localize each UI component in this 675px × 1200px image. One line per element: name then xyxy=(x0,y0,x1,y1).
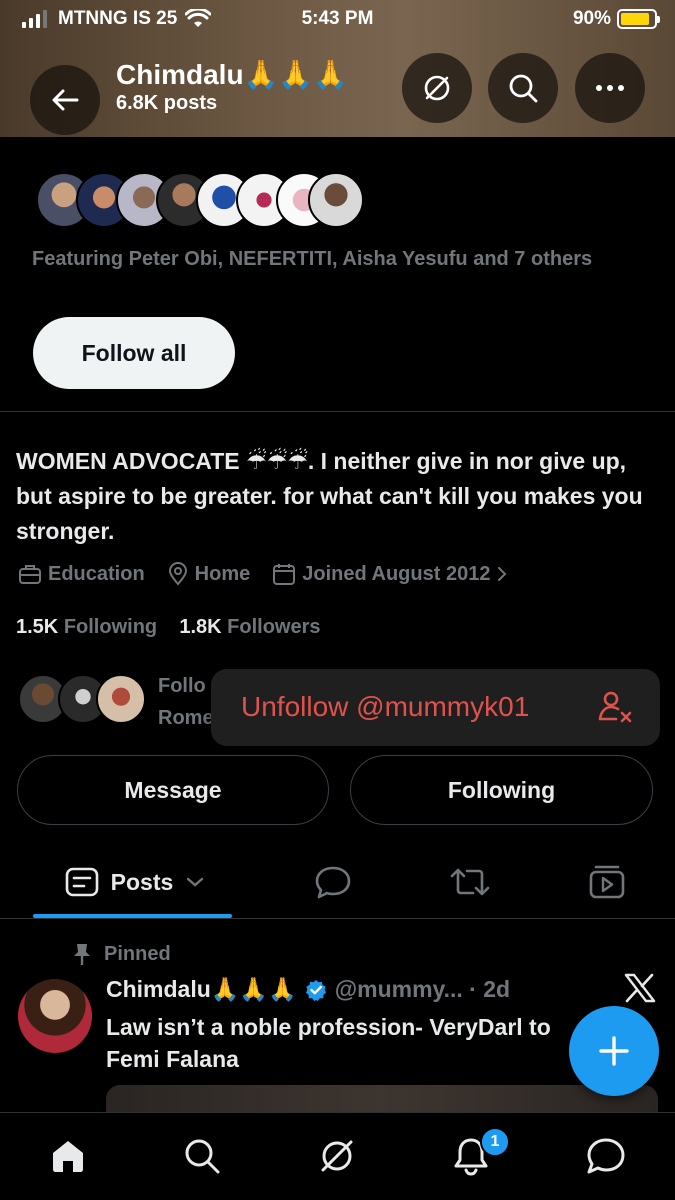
post-handle-time: @mummy... · 2d xyxy=(334,976,511,1002)
post-author-name: Chimdalu🙏🙏🙏 xyxy=(106,976,297,1002)
chevron-right-icon xyxy=(498,567,507,581)
followed-by-avatars[interactable] xyxy=(18,674,148,726)
tab-reposts[interactable] xyxy=(445,845,495,919)
profile-meta: Education Home Joined August 2012 xyxy=(18,562,530,586)
nav-grok[interactable] xyxy=(312,1131,362,1181)
pin-icon xyxy=(74,944,90,965)
followers-label: Followers xyxy=(227,616,321,638)
location-item: Home xyxy=(167,562,251,586)
followed-by-line: Rome xyxy=(158,707,214,729)
home-icon xyxy=(53,1141,83,1172)
search-icon xyxy=(509,74,538,103)
battery-status: 90% xyxy=(572,8,660,30)
message-bubble-icon xyxy=(587,1138,625,1174)
post-author-avatar[interactable] xyxy=(18,979,92,1053)
unfollow-label: Unfollow @mummyk01 xyxy=(241,691,530,722)
nav-search[interactable] xyxy=(177,1131,227,1181)
x-logo-icon xyxy=(624,973,656,1003)
post-header[interactable]: Chimdalu🙏🙏🙏 @mummy... · 2d xyxy=(106,976,510,1003)
followers-count-link[interactable]: 1.8K Followers xyxy=(179,616,320,638)
back-button[interactable] xyxy=(30,65,100,135)
category-label: Education xyxy=(48,562,145,585)
repost-icon xyxy=(450,868,490,896)
following-count-link[interactable]: 1.5K Following xyxy=(16,616,157,638)
following-label: Following xyxy=(63,616,158,638)
follow-all-button[interactable]: Follow all xyxy=(33,317,235,389)
avatar xyxy=(308,172,364,228)
briefcase-icon xyxy=(19,565,41,584)
verified-badge-icon xyxy=(305,979,326,1001)
chevron-down-icon xyxy=(187,877,204,887)
followed-by-line: Follo xyxy=(158,675,206,697)
more-options-button[interactable] xyxy=(575,53,645,123)
divider xyxy=(0,411,675,412)
back-arrow-icon xyxy=(52,89,79,111)
followed-by-text: Follo Rome xyxy=(158,670,214,734)
search-button[interactable] xyxy=(488,53,558,123)
header-post-count: 6.8K posts xyxy=(116,92,218,114)
tab-posts-label: Posts xyxy=(110,868,174,895)
category-item: Education xyxy=(18,563,145,586)
pinned-indicator: Pinned xyxy=(72,942,171,966)
header-display-name: Chimdalu🙏🙏🙏 xyxy=(116,59,349,90)
search-icon xyxy=(185,1139,220,1174)
divider xyxy=(0,918,675,919)
grok-button[interactable] xyxy=(402,53,472,123)
posts-icon xyxy=(65,867,98,897)
notification-badge: 1 xyxy=(480,1127,510,1157)
battery-icon xyxy=(617,9,660,29)
pinned-label: Pinned xyxy=(104,942,171,965)
follow-counts: 1.5K Following 1.8K Followers xyxy=(16,616,321,639)
location-pin-icon xyxy=(168,562,187,586)
featuring-text: Featuring Peter Obi, NEFERTITI, Aisha Ye… xyxy=(32,248,593,270)
battery-percent: 90% xyxy=(572,8,611,29)
joined-label: Joined August 2012 xyxy=(302,562,491,585)
following-button[interactable]: Following xyxy=(350,755,653,825)
grok-icon xyxy=(321,1140,353,1172)
location-label: Home xyxy=(194,562,251,585)
avatar xyxy=(96,674,146,724)
calendar-icon xyxy=(273,564,296,585)
post-text[interactable]: Law isn’t a noble profession- VeryDarl t… xyxy=(106,1011,576,1075)
status-bar: MTNNG IS 25 5:43 PM 90% xyxy=(0,0,675,36)
more-icon xyxy=(596,85,624,91)
media-icon xyxy=(589,865,625,899)
plus-icon xyxy=(599,1036,629,1066)
followers-count: 1.8K xyxy=(179,616,222,638)
profile-bio: WOMEN ADVOCATE ☔☔☔. I neither give in no… xyxy=(16,448,643,544)
unfollow-person-icon xyxy=(598,691,632,723)
joined-item[interactable]: Joined August 2012 xyxy=(272,562,508,586)
message-button[interactable]: Message xyxy=(17,755,329,825)
following-count: 1.5K xyxy=(16,616,59,638)
bottom-navigation xyxy=(0,1112,675,1200)
reply-bubble-icon xyxy=(315,866,351,899)
nav-messages[interactable] xyxy=(581,1131,631,1181)
tab-replies[interactable] xyxy=(308,845,358,919)
profile-tabs: Posts xyxy=(0,845,675,919)
grok-icon xyxy=(424,75,450,101)
nav-home[interactable] xyxy=(43,1131,93,1181)
unfollow-menu-item[interactable]: Unfollow @mummyk01 xyxy=(211,669,660,746)
tab-media[interactable] xyxy=(582,845,632,919)
compose-button[interactable] xyxy=(569,1006,659,1096)
tab-posts[interactable]: Posts xyxy=(40,845,230,919)
